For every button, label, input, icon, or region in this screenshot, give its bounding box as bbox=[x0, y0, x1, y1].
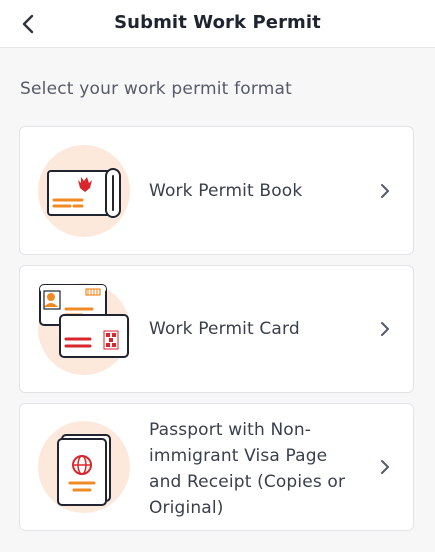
work-permit-book-icon bbox=[38, 144, 130, 237]
chevron-right-icon bbox=[381, 460, 389, 474]
option-label: Passport with Non-immigrant Visa Page an… bbox=[149, 420, 346, 518]
chevron-right-icon bbox=[381, 183, 389, 198]
section-instruction: Select your work permit format bbox=[20, 79, 293, 99]
option-label: Work Permit Card bbox=[149, 319, 300, 339]
option-work-permit-card[interactable]: Work Permit Card bbox=[19, 265, 414, 393]
work-permit-card-icon bbox=[38, 283, 130, 375]
chevron-right-icon bbox=[381, 322, 389, 336]
option-passport-visa[interactable]: Passport with Non-immigrant Visa Page an… bbox=[19, 403, 414, 531]
option-work-permit-book[interactable]: Work Permit Book bbox=[19, 126, 414, 255]
app-header: Submit Work Permit bbox=[0, 0, 435, 48]
option-label: Work Permit Book bbox=[149, 180, 303, 201]
page-title: Submit Work Permit bbox=[114, 12, 321, 33]
passport-icon bbox=[38, 421, 130, 513]
